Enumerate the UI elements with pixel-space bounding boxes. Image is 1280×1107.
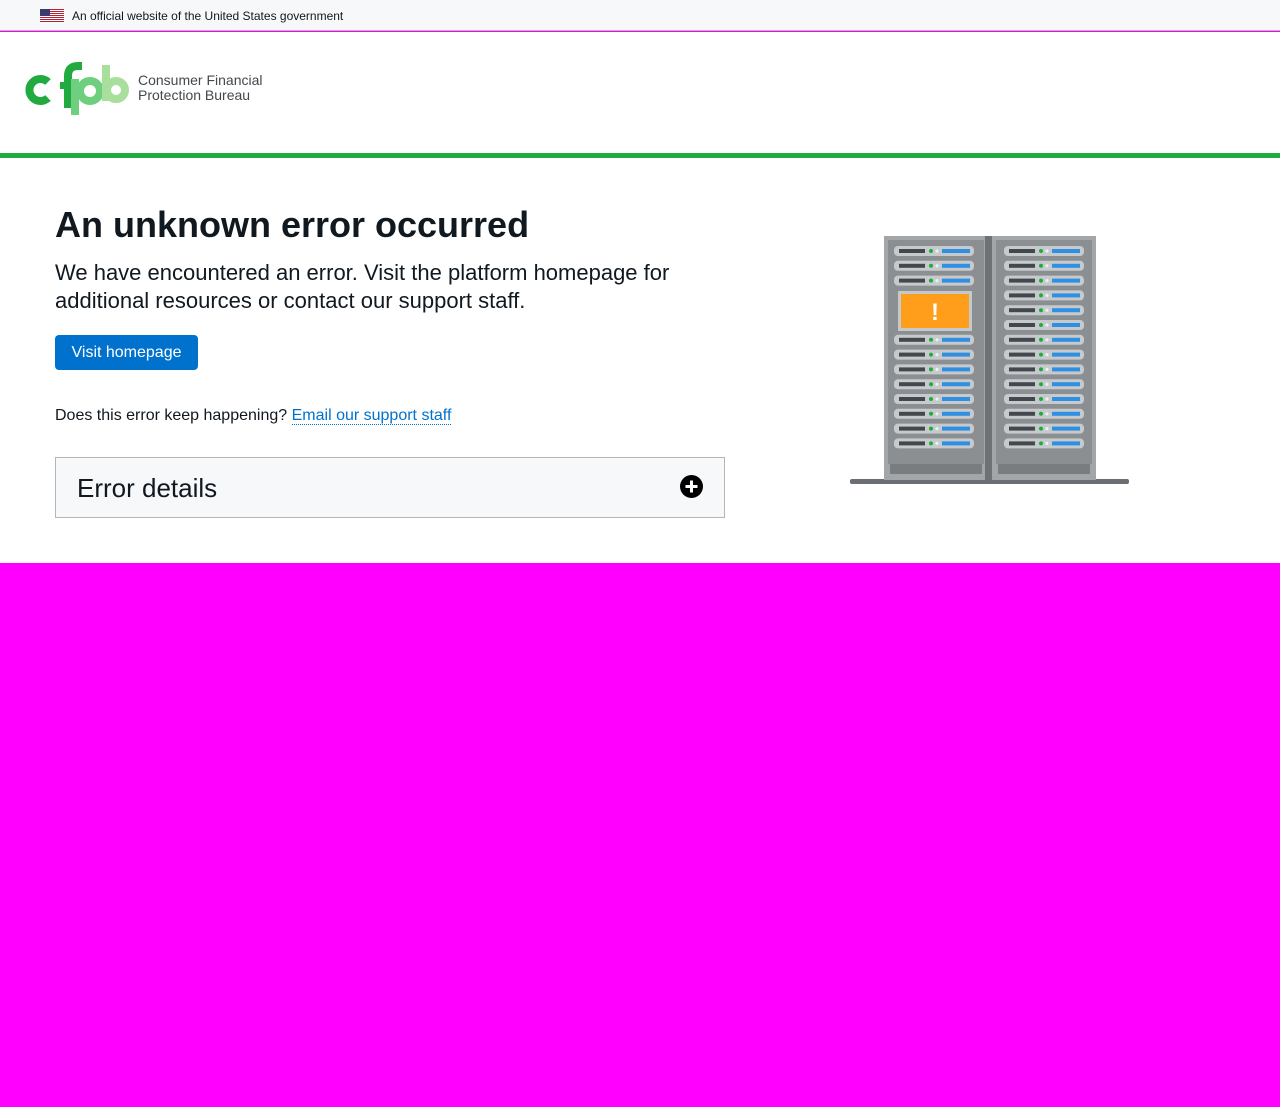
server-unit (1004, 246, 1084, 256)
server-unit (1004, 275, 1084, 286)
server-unit (1004, 423, 1084, 434)
logo-wordmark: Consumer Financial Protection Bureau (138, 73, 263, 103)
server-unit (1004, 290, 1084, 301)
help-prefix: Does this error keep happening? (55, 407, 288, 424)
server-unit (1004, 305, 1084, 316)
server-unit (1004, 379, 1084, 390)
page-title: An unknown error occurred (55, 204, 530, 245)
site-header: Consumer Financial Protection Bureau (0, 32, 1280, 153)
server-unit (894, 246, 974, 256)
logo-line-1: Consumer Financial (138, 72, 263, 88)
server-unit (894, 364, 974, 375)
server-unit (1004, 320, 1084, 330)
server-unit (1004, 408, 1084, 419)
gov-banner: An official website of the United States… (0, 0, 1280, 31)
error-details-label: Error details (77, 473, 218, 503)
server-unit (1004, 260, 1084, 271)
server-unit (894, 275, 974, 286)
server-unit (894, 379, 974, 390)
visit-homepage-button[interactable]: Visit homepage (55, 335, 198, 370)
server-unit (894, 394, 974, 404)
error-details-expandable[interactable]: Error details (55, 457, 725, 518)
server-unit (894, 423, 974, 434)
server-unit (894, 438, 974, 449)
server-unit (1004, 394, 1084, 404)
server-unit (894, 260, 974, 271)
email-support-link[interactable]: Email our support staff (291, 407, 452, 425)
server-unit (894, 349, 974, 360)
server-unit (1004, 334, 1084, 345)
server-unit (894, 408, 974, 419)
server-unit (1004, 438, 1084, 449)
server-unit (894, 334, 974, 345)
warning-glyph: ! (931, 299, 939, 326)
logo-line-2: Protection Bureau (138, 87, 251, 103)
main-content: An unknown error occurred We have encoun… (0, 158, 1280, 563)
server-unit (1004, 349, 1084, 360)
gov-banner-text: An official website of the United States… (72, 9, 344, 23)
plus-circle-icon (680, 475, 703, 498)
lead-paragraph: We have encountered an error. Visit the … (55, 260, 670, 313)
server-rack-warning-icon: ! (850, 236, 1129, 484)
server-unit (1004, 364, 1084, 375)
us-flag-icon (40, 9, 64, 22)
help-line: Does this error keep happening? Email ou… (55, 406, 452, 426)
